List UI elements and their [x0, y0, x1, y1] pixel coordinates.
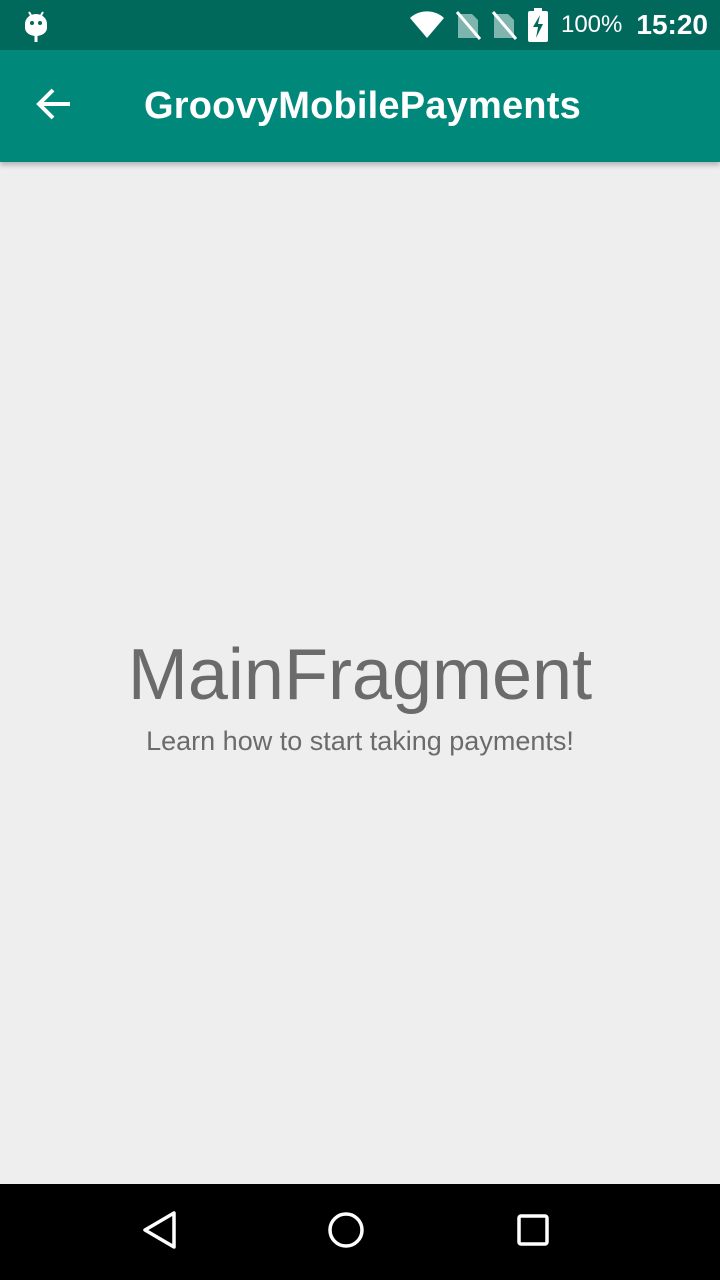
battery-charging-icon [527, 8, 549, 42]
navigation-bar [0, 1184, 720, 1280]
no-sim-icon [455, 10, 481, 40]
nav-back-button[interactable] [130, 1202, 190, 1262]
arrow-back-icon [36, 88, 72, 125]
battery-percent: 100% [560, 11, 623, 38]
wifi-icon [409, 11, 445, 39]
app-bar: GroovyMobilePayments [0, 50, 720, 162]
no-sim-icon [491, 10, 517, 40]
fragment-title: MainFragment [127, 635, 593, 715]
nav-back-icon [140, 1210, 180, 1255]
nav-recents-icon [513, 1210, 553, 1255]
nav-home-icon [326, 1210, 366, 1255]
fragment-subtitle: Learn how to start taking payments! [146, 726, 574, 756]
nav-recents-button[interactable] [503, 1202, 563, 1262]
nav-home-button[interactable] [316, 1202, 376, 1262]
android-debug-icon [22, 10, 50, 42]
main-content: MainFragment Learn how to start taking p… [0, 162, 720, 1184]
status-clock: 15:20 [636, 9, 708, 40]
back-button[interactable] [24, 76, 84, 136]
app-title: GroovyMobilePayments [144, 84, 581, 127]
status-bar: 100% 15:20 [0, 0, 720, 50]
